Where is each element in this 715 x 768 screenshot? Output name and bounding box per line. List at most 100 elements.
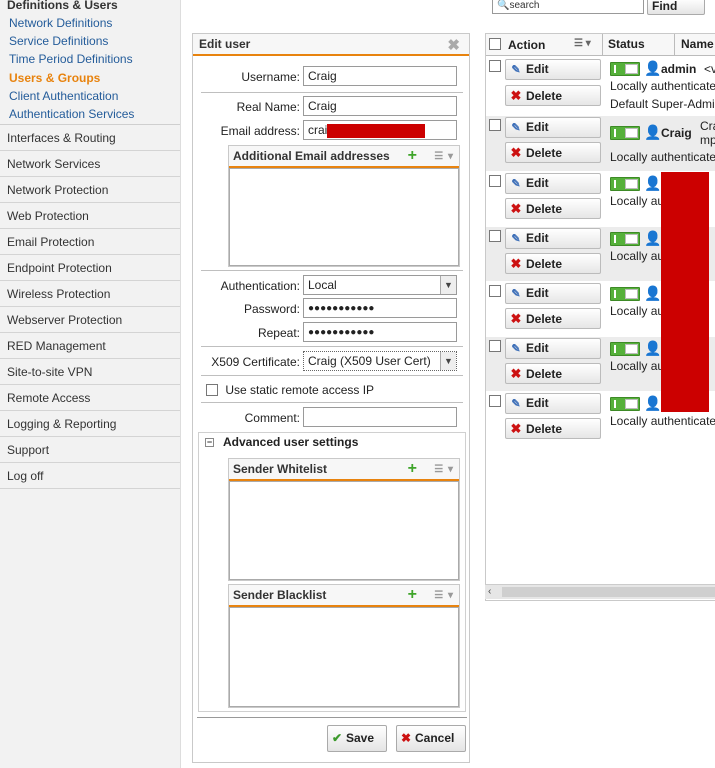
static-ip-checkbox[interactable]: [206, 383, 218, 396]
sender-blacklist-body[interactable]: [229, 607, 459, 707]
user-icon: 👤: [644, 395, 662, 411]
status-toggle[interactable]: [610, 177, 640, 191]
sidebar-sub-item-time-period-definitions[interactable]: Time Period Definitions: [9, 50, 180, 68]
edit-button[interactable]: ✎ Edit: [505, 228, 601, 249]
edit-button[interactable]: ✎ Edit: [505, 283, 601, 304]
list-menu-icon[interactable]: ☰ ▾: [434, 586, 454, 606]
x509-value: Craig (X509 User Cert): [308, 354, 431, 368]
password-input[interactable]: ●●●●●●●●●●●: [303, 298, 457, 318]
edit-button[interactable]: ✎ Edit: [505, 117, 601, 138]
username-input[interactable]: Craig: [303, 66, 457, 86]
delete-button[interactable]: ✖ Delete: [505, 418, 601, 439]
sidebar-item-email-protection[interactable]: Email Protection: [0, 229, 180, 256]
repeat-password-input[interactable]: ●●●●●●●●●●●: [303, 322, 457, 342]
sidebar-item-red-management[interactable]: RED Management: [0, 333, 180, 360]
email-input[interactable]: crai: [303, 120, 457, 140]
email-value: crai: [308, 123, 328, 137]
close-icon[interactable]: ✖: [447, 36, 460, 54]
sort-menu-icon[interactable]: ☰ ▾: [574, 38, 591, 49]
sidebar-item-network-services[interactable]: Network Services: [0, 151, 180, 178]
status-toggle[interactable]: [610, 62, 640, 76]
edit-button[interactable]: ✎ Edit: [505, 338, 601, 359]
advanced-settings-header[interactable]: − Advanced user settings: [199, 433, 465, 453]
horizontal-scrollbar[interactable]: ‹: [485, 584, 715, 599]
x509-certificate-select[interactable]: Craig (X509 User Cert) ▼: [303, 351, 457, 371]
delete-button[interactable]: ✖ Delete: [505, 198, 601, 219]
row-checkbox[interactable]: [489, 230, 501, 242]
edit-button[interactable]: ✎ Edit: [505, 173, 601, 194]
delete-button[interactable]: ✖ Delete: [505, 142, 601, 163]
row-checkbox[interactable]: [489, 285, 501, 297]
sidebar-item-wireless-protection[interactable]: Wireless Protection: [0, 281, 180, 308]
additional-email-list-body[interactable]: [229, 168, 459, 266]
sidebar-sub-item-users-groups[interactable]: Users & Groups: [9, 69, 180, 87]
delete-button[interactable]: ✖ Delete: [505, 85, 601, 106]
edit-button[interactable]: ✎ Edit: [505, 59, 601, 80]
delete-icon: ✖: [510, 201, 522, 216]
column-status[interactable]: Status: [602, 34, 645, 56]
collapse-icon[interactable]: −: [205, 438, 214, 447]
user-icon: 👤: [644, 124, 662, 140]
row-checkbox[interactable]: [489, 60, 501, 72]
sidebar-item-log-off[interactable]: Log off: [0, 463, 180, 490]
add-icon[interactable]: +: [408, 146, 417, 166]
email-label: Email address:: [220, 124, 300, 138]
status-toggle[interactable]: [610, 397, 640, 411]
edit-icon: ✎: [511, 343, 521, 355]
sidebar-item-support[interactable]: Support: [0, 437, 180, 464]
user-name[interactable]: Craig: [661, 126, 692, 140]
add-icon[interactable]: +: [408, 459, 417, 479]
realname-input[interactable]: Craig: [303, 96, 457, 116]
sidebar-item-logging-reporting[interactable]: Logging & Reporting: [0, 411, 180, 438]
edit-button[interactable]: ✎ Edit: [505, 393, 601, 414]
sidebar-item-endpoint-protection[interactable]: Endpoint Protection: [0, 255, 180, 282]
status-toggle[interactable]: [610, 342, 640, 356]
comment-input[interactable]: [303, 407, 457, 427]
sidebar-item-site-to-site-vpn[interactable]: Site-to-site VPN: [0, 359, 180, 386]
sidebar-item-remote-access[interactable]: Remote Access: [0, 385, 180, 412]
sidebar-item-network-protection[interactable]: Network Protection: [0, 177, 180, 204]
find-button[interactable]: Find: [647, 0, 705, 15]
status-toggle[interactable]: [610, 232, 640, 246]
status-toggle[interactable]: [610, 287, 640, 301]
dialog-title: Edit user: [193, 34, 469, 56]
row-checkbox[interactable]: [489, 340, 501, 352]
sidebar-item-webserver-protection[interactable]: Webserver Protection: [0, 307, 180, 334]
save-button[interactable]: ✔ Save: [327, 725, 387, 752]
column-action[interactable]: Action: [508, 38, 545, 52]
auth-text: Locally au: [610, 194, 665, 208]
authentication-select[interactable]: Local ▼: [303, 275, 457, 295]
delete-button[interactable]: ✖ Delete: [505, 363, 601, 384]
sidebar-sub-item-authentication-services[interactable]: Authentication Services: [9, 105, 180, 123]
add-icon[interactable]: +: [408, 585, 417, 605]
chevron-left-icon[interactable]: ‹: [488, 586, 491, 597]
list-menu-icon[interactable]: ☰ ▾: [434, 460, 454, 480]
sidebar-sub-item-client-authentication[interactable]: Client Authentication: [9, 87, 180, 105]
list-menu-icon[interactable]: ☰ ▾: [434, 147, 454, 167]
row-checkbox[interactable]: [489, 119, 501, 131]
status-toggle[interactable]: [610, 126, 640, 140]
sidebar-item-web-protection[interactable]: Web Protection: [0, 203, 180, 230]
column-name[interactable]: Name: [674, 34, 714, 56]
row-checkbox[interactable]: [489, 175, 501, 187]
sidebar-item-interfaces-routing[interactable]: Interfaces & Routing: [0, 125, 180, 152]
scrollbar-thumb[interactable]: [502, 587, 715, 597]
repeat-row: Repeat: ●●●●●●●●●●●: [193, 322, 471, 344]
delete-icon: ✖: [510, 311, 522, 326]
row-checkbox[interactable]: [489, 395, 501, 407]
delete-button[interactable]: ✖ Delete: [505, 253, 601, 274]
cancel-button[interactable]: ✖ Cancel: [396, 725, 466, 752]
sidebar-sub-item-network-definitions[interactable]: Network Definitions: [9, 14, 180, 32]
user-name[interactable]: admin: [661, 62, 696, 76]
chevron-down-icon: ▼: [440, 352, 456, 370]
sender-whitelist-body[interactable]: [229, 481, 459, 580]
delete-icon: ✖: [510, 366, 522, 381]
delete-button[interactable]: ✖ Delete: [505, 308, 601, 329]
divider: [201, 375, 463, 376]
sidebar-sub-item-service-definitions[interactable]: Service Definitions: [9, 32, 180, 50]
chevron-down-icon: ▼: [440, 276, 456, 294]
sidebar-section-title[interactable]: Definitions & Users: [0, 0, 180, 14]
realname-label: Real Name:: [236, 100, 300, 114]
select-all-checkbox[interactable]: [489, 38, 501, 50]
search-input[interactable]: 🔍search: [492, 0, 644, 14]
